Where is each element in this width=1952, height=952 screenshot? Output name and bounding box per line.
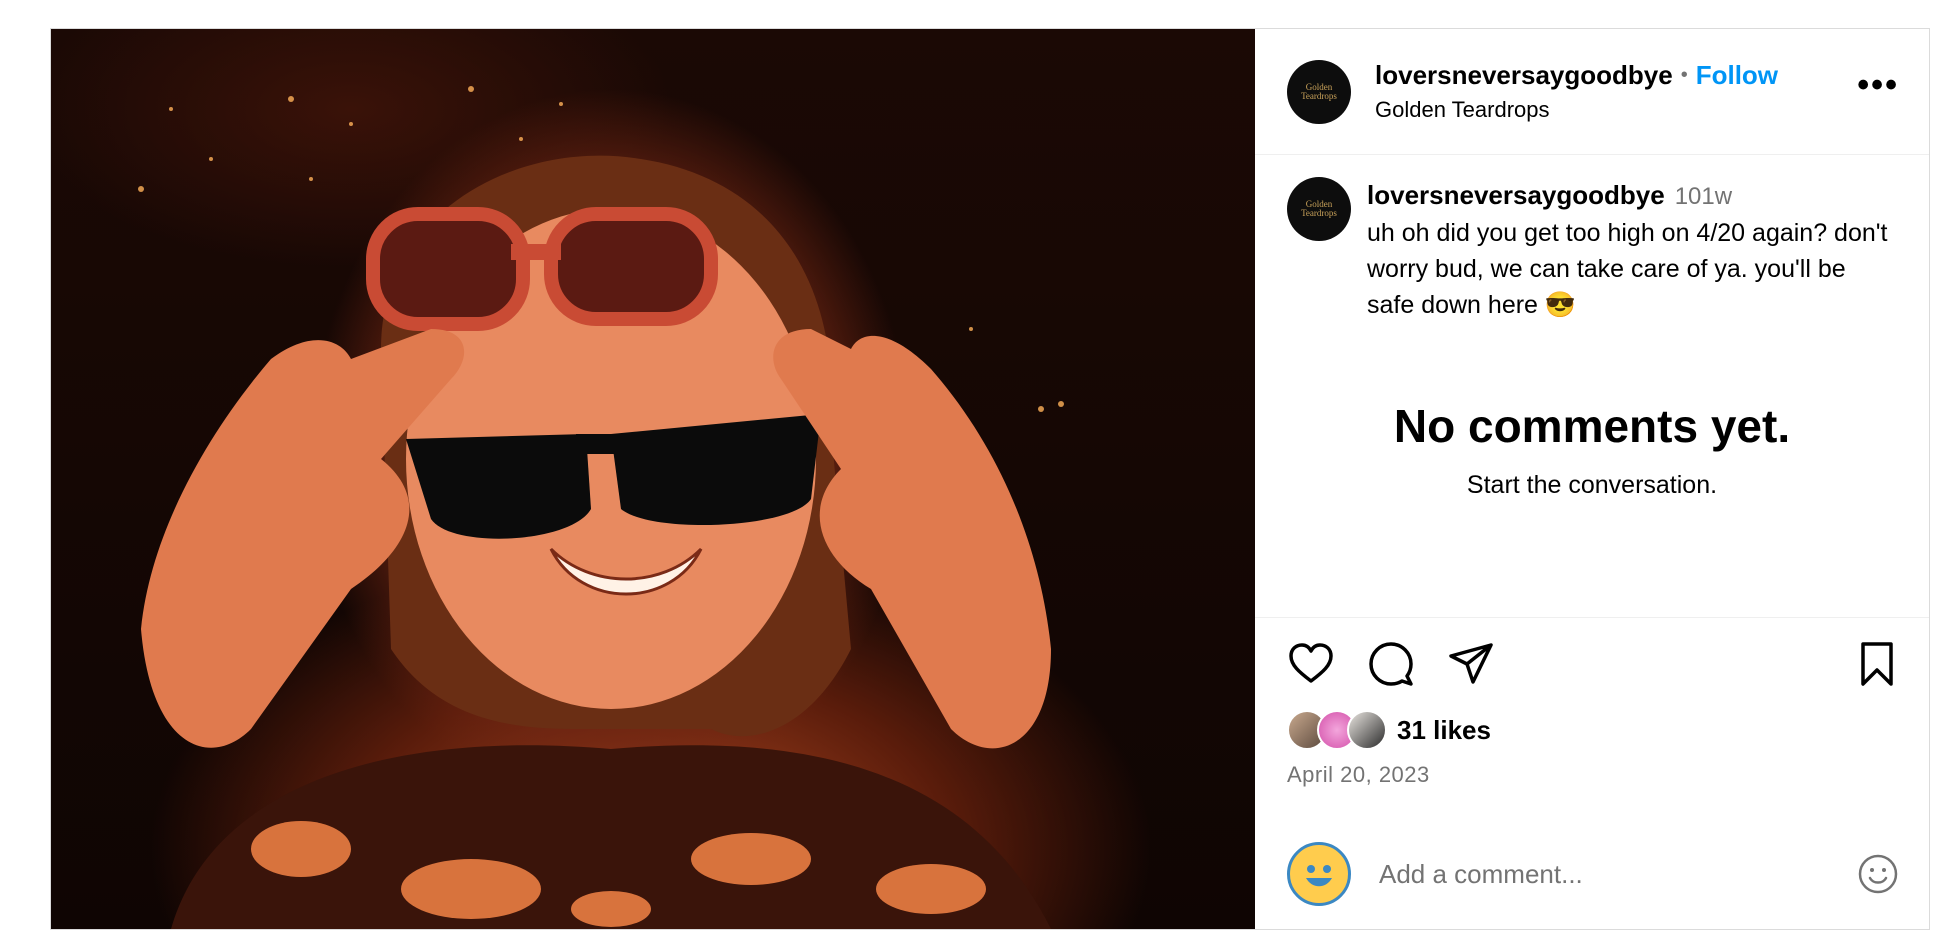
likes-row: 31 likes — [1287, 710, 1901, 750]
caption-time[interactable]: 101w — [1675, 183, 1732, 210]
comment-icon[interactable] — [1367, 640, 1415, 688]
emoji-icon[interactable] — [1857, 853, 1899, 895]
action-bar: 31 likes April 20, 2023 — [1255, 617, 1929, 788]
likes-count[interactable]: 31 likes — [1397, 715, 1491, 746]
author-username[interactable]: loversneversaygoodbye — [1375, 60, 1673, 91]
caption-username[interactable]: loversneversaygoodbye — [1367, 180, 1665, 210]
details-panel: Golden Teardrops loversneversaygoodbye •… — [1255, 29, 1929, 929]
comment-input[interactable] — [1377, 857, 1857, 891]
post-date[interactable]: April 20, 2023 — [1287, 762, 1901, 788]
author-info: loversneversaygoodbye • Follow Golden Te… — [1375, 60, 1857, 123]
comment-composer — [1255, 819, 1929, 929]
photo-illustration — [138, 86, 1064, 929]
no-comments-title: No comments yet. — [1393, 400, 1791, 452]
no-comments-subtitle: Start the conversation. — [1466, 471, 1718, 499]
caption-text: uh oh did you get too high on 4/20 again… — [1367, 219, 1888, 319]
liker-avatar — [1347, 710, 1387, 750]
liker-avatars[interactable] — [1287, 710, 1387, 750]
post-header: Golden Teardrops loversneversaygoodbye •… — [1255, 29, 1929, 155]
no-comments: No comments yet. Start the conversation. — [1255, 399, 1929, 500]
caption-avatar[interactable]: Golden Teardrops — [1287, 177, 1351, 241]
post-photo[interactable] — [51, 29, 1255, 929]
avatar-logo-text: Golden Teardrops — [1301, 199, 1337, 218]
share-icon[interactable] — [1447, 640, 1495, 688]
heart-icon[interactable] — [1287, 640, 1335, 688]
bookmark-icon[interactable] — [1853, 640, 1901, 688]
post-dialog: Golden Teardrops loversneversaygoodbye •… — [50, 28, 1930, 930]
caption: Golden Teardrops loversneversaygoodbye 10… — [1255, 155, 1929, 323]
separator-dot: • — [1680, 64, 1688, 86]
more-options-icon[interactable]: ••• — [1857, 68, 1899, 109]
avatar-logo-text: Golden Teardrops — [1301, 81, 1337, 101]
follow-button[interactable]: Follow — [1696, 60, 1778, 91]
smiley-icon — [1306, 865, 1332, 887]
user-avatar[interactable] — [1287, 842, 1351, 906]
author-avatar[interactable]: Golden Teardrops — [1287, 59, 1351, 124]
location-label[interactable]: Golden Teardrops — [1375, 97, 1857, 123]
